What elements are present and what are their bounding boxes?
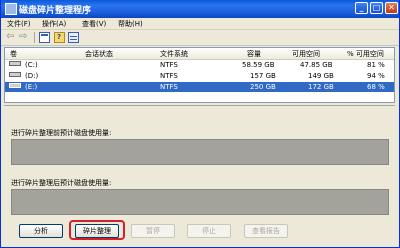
- properties-icon[interactable]: [68, 32, 79, 43]
- volume-free-space: 149 GB: [308, 72, 334, 80]
- before-usage-display: [11, 139, 389, 165]
- back-arrow-icon[interactable]: ⇦: [6, 32, 17, 43]
- volume-list-header: 卷 会话状态 文件系统 容量 可用空间 % 可用空间: [5, 48, 394, 60]
- volume-free-space: 172 GB: [308, 83, 334, 91]
- view-icon[interactable]: [39, 32, 50, 43]
- volume-capacity: 58.59 GB: [242, 61, 275, 69]
- volume-percent-free: 68 %: [367, 83, 385, 91]
- hard-drive-icon: [9, 83, 21, 88]
- volume-file-system: NTFS: [160, 83, 178, 91]
- menu-bar: 文件(F) 操作(A) 查看(V) 帮助(H): [1, 18, 399, 30]
- menu-action[interactable]: 操作(A): [42, 19, 66, 29]
- column-volume[interactable]: 卷: [10, 49, 17, 59]
- volume-percent-free: 94 %: [367, 72, 385, 80]
- menu-file[interactable]: 文件(F): [7, 19, 31, 29]
- volume-name: (C:): [25, 61, 38, 69]
- maximize-button[interactable]: □: [370, 2, 383, 14]
- forward-arrow-icon[interactable]: ⇨: [19, 32, 30, 43]
- close-button[interactable]: ✕: [385, 2, 398, 14]
- hard-drive-icon: [9, 72, 21, 77]
- view-report-button[interactable]: 查看报告: [244, 224, 288, 238]
- view-icon-bar: [41, 34, 48, 36]
- help-question-mark-icon: ?: [57, 33, 62, 41]
- before-usage-label: 进行碎片整理前预计磁盘使用量:: [11, 129, 112, 137]
- divider: [4, 105, 395, 106]
- hard-drive-icon: [9, 61, 21, 66]
- menu-help[interactable]: 帮助(H): [118, 19, 143, 29]
- column-free-space[interactable]: 可用空间: [292, 49, 320, 59]
- properties-icon-line: [70, 39, 77, 40]
- column-capacity[interactable]: 容量: [247, 49, 261, 59]
- column-session-status[interactable]: 会话状态: [85, 49, 113, 59]
- volume-list[interactable]: 卷 会话状态 文件系统 容量 可用空间 % 可用空间 (C:) NTFS 58.…: [4, 47, 395, 103]
- toolbar: ⇦ ⇨ ?: [1, 30, 399, 46]
- volume-name: (D:): [25, 72, 39, 80]
- pause-button[interactable]: 暂停: [131, 224, 175, 238]
- column-file-system[interactable]: 文件系统: [160, 49, 188, 59]
- defragment-highlight: [69, 220, 125, 240]
- analyze-button[interactable]: 分析: [19, 224, 63, 238]
- menu-view[interactable]: 查看(V): [82, 19, 106, 29]
- help-icon[interactable]: ?: [54, 32, 65, 43]
- toolbar-separator: [34, 32, 35, 43]
- volume-free-space: 47.85 GB: [300, 61, 333, 69]
- defrag-app-icon: [5, 3, 17, 15]
- volume-row-d[interactable]: (D:) NTFS 157 GB 149 GB 94 %: [5, 71, 394, 81]
- after-usage-display: [11, 189, 389, 215]
- volume-row-e[interactable]: (E:) NTFS 250 GB 172 GB 68 %: [5, 82, 394, 92]
- defrag-window: 磁盘碎片整理程序 _ □ ✕ 文件(F) 操作(A) 查看(V) 帮助(H) ⇦…: [0, 0, 400, 248]
- volume-percent-free: 81 %: [367, 61, 385, 69]
- volume-row-c[interactable]: (C:) NTFS 58.59 GB 47.85 GB 81 %: [5, 60, 394, 70]
- volume-capacity: 250 GB: [250, 83, 276, 91]
- properties-icon-line: [70, 36, 77, 37]
- after-usage-label: 进行碎片整理后预计磁盘使用量:: [11, 179, 112, 187]
- volume-capacity: 157 GB: [250, 72, 276, 80]
- stop-button[interactable]: 停止: [187, 224, 231, 238]
- volume-file-system: NTFS: [160, 61, 178, 69]
- minimize-button[interactable]: _: [355, 2, 368, 14]
- volume-name: (E:): [25, 83, 38, 91]
- window-title: 磁盘碎片整理程序: [19, 6, 92, 16]
- column-percent-free[interactable]: % 可用空间: [347, 49, 384, 59]
- volume-file-system: NTFS: [160, 72, 178, 80]
- title-bar[interactable]: 磁盘碎片整理程序 _ □ ✕: [1, 0, 399, 18]
